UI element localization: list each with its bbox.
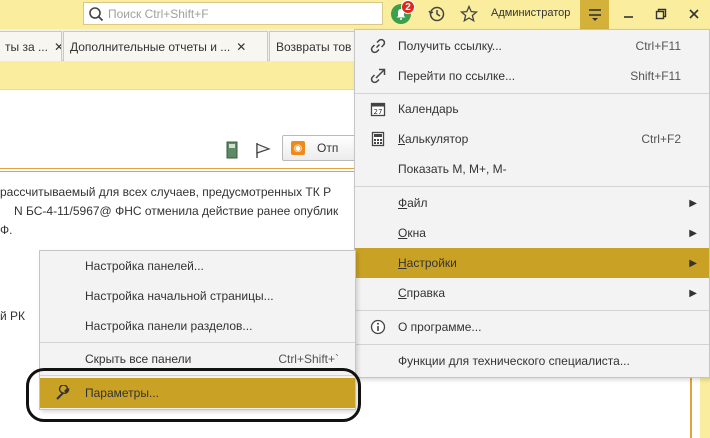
- menu-item-calendar[interactable]: 27 Календарь: [355, 94, 709, 124]
- menu-item-get-link[interactable]: Получить ссылку... Ctrl+F11: [355, 31, 709, 61]
- divider: [0, 89, 354, 90]
- close-window-button[interactable]: [684, 4, 704, 24]
- search-placeholder: Поиск Ctrl+Shift+F: [108, 6, 209, 21]
- bookmark-button[interactable]: [221, 139, 243, 161]
- calendar-icon: 27: [369, 100, 387, 118]
- main-menu: Получить ссылку... Ctrl+F11 Перейти по с…: [354, 29, 710, 378]
- search-input[interactable]: Поиск Ctrl+Shift+F: [83, 2, 383, 25]
- user-name[interactable]: Администратор: [491, 7, 570, 19]
- rss-icon: ◉: [291, 141, 305, 155]
- restore-button[interactable]: [651, 4, 671, 24]
- top-bar: Поиск Ctrl+Shift+F 2 Администратор: [0, 0, 710, 29]
- menu-separator: [355, 344, 709, 345]
- menu-item-label: Калькулятор: [398, 132, 469, 146]
- menu-item-settings[interactable]: Настройки ▶: [355, 248, 709, 278]
- bookmark-icon: [226, 141, 238, 159]
- text-line: й РК: [0, 309, 26, 323]
- tab-label: Возвраты тов: [276, 39, 352, 54]
- menu-item-shortcut: Ctrl+Shift+`: [278, 352, 339, 366]
- flag-button[interactable]: [252, 139, 274, 161]
- chevron-right-icon: ▶: [689, 197, 697, 209]
- tab-close-icon[interactable]: ✕: [54, 40, 61, 54]
- submenu-item-start-page[interactable]: Настройка начальной страницы...: [40, 281, 355, 311]
- form-header-strip: [0, 62, 354, 89]
- menu-item-label: Настройка панелей...: [85, 259, 204, 273]
- menu-item-help[interactable]: Справка ▶: [355, 278, 709, 308]
- menu-item-file[interactable]: Файл ▶: [355, 188, 709, 218]
- tab-item[interactable]: ты за ... ✕: [0, 31, 62, 61]
- text-line: рассчитываемый для всех случаев, предусм…: [0, 185, 332, 199]
- menu-item-shortcut: Shift+F11: [630, 69, 681, 83]
- menu-separator: [355, 310, 709, 311]
- menu-item-shortcut: Ctrl+F2: [641, 132, 681, 146]
- submenu-item-panels[interactable]: Настройка панелей...: [40, 251, 355, 281]
- tab-item[interactable]: Дополнительные отчеты и ... ✕: [63, 31, 268, 61]
- hamburger-icon: [588, 8, 601, 21]
- menu-item-label: Получить ссылку...: [398, 39, 502, 53]
- menu-item-windows[interactable]: Окна ▶: [355, 218, 709, 248]
- divider: [0, 171, 354, 172]
- follow-link-icon: [369, 67, 387, 85]
- menu-item-tech-functions[interactable]: Функции для технического специалиста...: [355, 346, 709, 376]
- submenu-item-sections-panel[interactable]: Настройка панели разделов...: [40, 311, 355, 341]
- menu-item-label: О программе...: [398, 320, 482, 334]
- tab-label: ты за ...: [5, 39, 48, 54]
- menu-item-show-memory[interactable]: Показать М, М+, М-: [355, 154, 709, 184]
- chevron-right-icon: ▶: [689, 227, 697, 239]
- tab-close-icon[interactable]: ✕: [236, 40, 246, 54]
- restore-icon: [655, 8, 667, 20]
- chevron-right-icon: ▶: [689, 287, 697, 299]
- star-icon: [460, 5, 478, 23]
- flag-icon: [256, 143, 271, 158]
- menu-item-label: Календарь: [398, 102, 459, 116]
- calculator-icon: [369, 130, 387, 148]
- minimize-icon: [624, 16, 633, 18]
- close-icon: [689, 9, 699, 19]
- menu-item-follow-link[interactable]: Перейти по ссылке... Shift+F11: [355, 61, 709, 91]
- menu-separator: [355, 186, 709, 187]
- menu-item-label: Окна: [398, 226, 426, 240]
- menu-item-label: Функции для технического специалиста...: [398, 354, 630, 368]
- menu-item-label: Скрыть все панели: [85, 352, 192, 366]
- text-line: N БС-4-11/5967@ ФНС отменила действие ра…: [14, 204, 339, 218]
- menu-item-label: Перейти по ссылке...: [398, 69, 516, 83]
- search-icon: [89, 6, 104, 21]
- tab-item[interactable]: Возвраты тов: [269, 31, 359, 61]
- chevron-right-icon: ▶: [689, 257, 697, 269]
- text-line: Ф.: [0, 223, 13, 237]
- favorites-button[interactable]: [458, 3, 480, 25]
- menu-item-calculator[interactable]: Калькулятор Ctrl+F2: [355, 124, 709, 154]
- highlight-annotation: [26, 368, 361, 422]
- menu-item-about[interactable]: О программе...: [355, 312, 709, 342]
- tab-label: Дополнительные отчеты и ...: [70, 39, 231, 54]
- link-icon: [369, 37, 387, 55]
- menu-item-label: Справка: [398, 286, 446, 300]
- send-button-label: Отп: [317, 141, 339, 155]
- divider: [0, 168, 354, 169]
- info-icon: [369, 318, 387, 336]
- menu-item-label: Показать М, М+, М-: [398, 162, 507, 176]
- notifications-button[interactable]: 2: [390, 0, 415, 25]
- menu-item-label: Файл: [398, 196, 428, 210]
- menu-item-shortcut: Ctrl+F11: [635, 39, 681, 53]
- main-menu-button[interactable]: [580, 0, 609, 29]
- menu-item-label: Настройка начальной страницы...: [85, 289, 274, 303]
- calendar-icon-text: 27: [374, 108, 383, 116]
- send-button[interactable]: ◉ Отп: [282, 135, 362, 161]
- history-button[interactable]: [426, 3, 448, 25]
- tab-bar: ты за ... ✕ Дополнительные отчеты и ... …: [0, 29, 359, 61]
- menu-item-label: Настройки: [398, 256, 457, 270]
- minimize-button[interactable]: [619, 4, 639, 24]
- notification-badge: 2: [401, 0, 415, 14]
- history-icon: [428, 6, 445, 22]
- menu-item-label: Настройка панели разделов...: [85, 319, 253, 333]
- menu-separator: [40, 342, 355, 343]
